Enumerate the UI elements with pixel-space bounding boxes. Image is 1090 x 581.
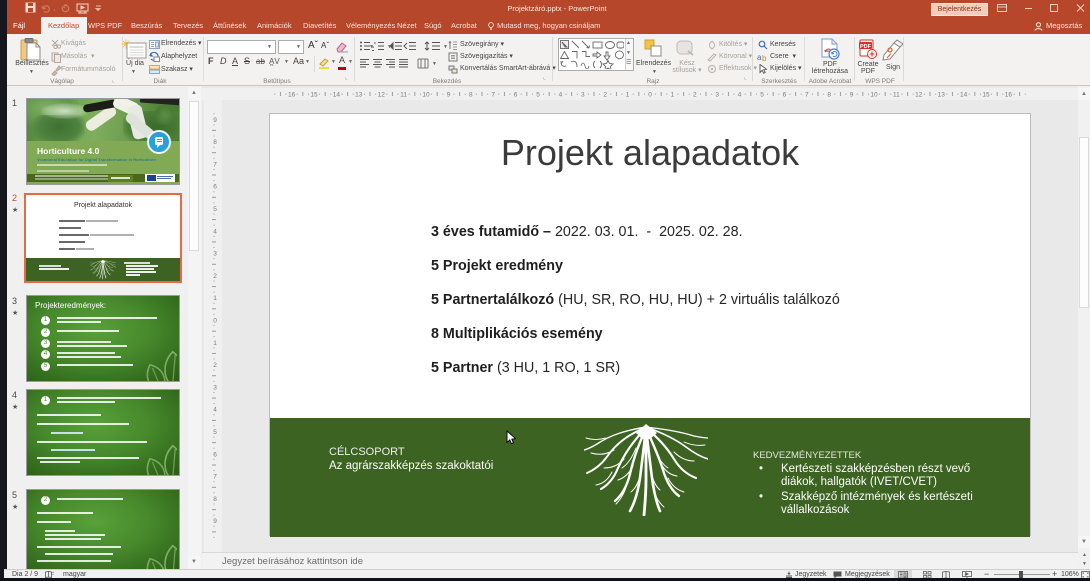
svg-text:8: 8 <box>827 92 831 99</box>
svg-text:1: 1 <box>626 92 630 99</box>
svg-text:7: 7 <box>213 161 217 168</box>
svg-text:8: 8 <box>213 139 217 146</box>
svg-text:14: 14 <box>333 92 341 99</box>
svg-text:14: 14 <box>960 92 968 99</box>
svg-text:PDF: PDF <box>860 44 872 50</box>
svg-text:9: 9 <box>447 92 451 99</box>
svg-text:6: 6 <box>213 451 217 458</box>
svg-text:8: 8 <box>213 496 217 503</box>
svg-text:10: 10 <box>870 92 878 99</box>
svg-text:4: 4 <box>213 228 217 235</box>
svg-text:4: 4 <box>559 92 563 99</box>
svg-text:12: 12 <box>915 92 923 99</box>
svg-text:15: 15 <box>310 92 318 99</box>
svg-text:4: 4 <box>738 92 742 99</box>
svg-text:16: 16 <box>1005 92 1013 99</box>
svg-text:2: 2 <box>693 92 697 99</box>
svg-text:1: 1 <box>671 92 675 99</box>
svg-text:11: 11 <box>400 92 407 99</box>
svg-text:7: 7 <box>805 92 809 99</box>
svg-text:9: 9 <box>213 117 217 124</box>
svg-text:10: 10 <box>422 92 430 99</box>
svg-text:6: 6 <box>783 92 787 99</box>
svg-text:15: 15 <box>982 92 990 99</box>
svg-text:5: 5 <box>213 429 217 436</box>
svg-text:16: 16 <box>288 92 296 99</box>
svg-text:1: 1 <box>213 340 217 347</box>
svg-text:7: 7 <box>213 474 217 481</box>
svg-text:5: 5 <box>760 92 764 99</box>
svg-text:1: 1 <box>213 295 217 302</box>
svg-text:5: 5 <box>213 206 217 213</box>
svg-text:5: 5 <box>536 92 540 99</box>
svg-text:0: 0 <box>213 318 217 325</box>
svg-text:4: 4 <box>213 407 217 414</box>
svg-text:3: 3 <box>213 251 217 258</box>
svg-text:8: 8 <box>469 92 473 99</box>
svg-text:7: 7 <box>491 92 495 99</box>
svg-text:2: 2 <box>603 92 607 99</box>
svg-text:13: 13 <box>938 92 946 99</box>
svg-text:12: 12 <box>378 92 386 99</box>
svg-text:11: 11 <box>893 92 900 99</box>
svg-text:0: 0 <box>648 92 652 99</box>
svg-text:2: 2 <box>213 273 217 280</box>
svg-text:6: 6 <box>213 184 217 191</box>
svg-text:13: 13 <box>355 92 363 99</box>
svg-text:9: 9 <box>213 518 217 525</box>
svg-text:6: 6 <box>514 92 518 99</box>
svg-text:2: 2 <box>213 362 217 369</box>
svg-text:3: 3 <box>581 92 585 99</box>
svg-text:3: 3 <box>213 384 217 391</box>
svg-text:9: 9 <box>850 92 854 99</box>
svg-text:3: 3 <box>715 92 719 99</box>
svg-text:b: b <box>762 54 767 62</box>
